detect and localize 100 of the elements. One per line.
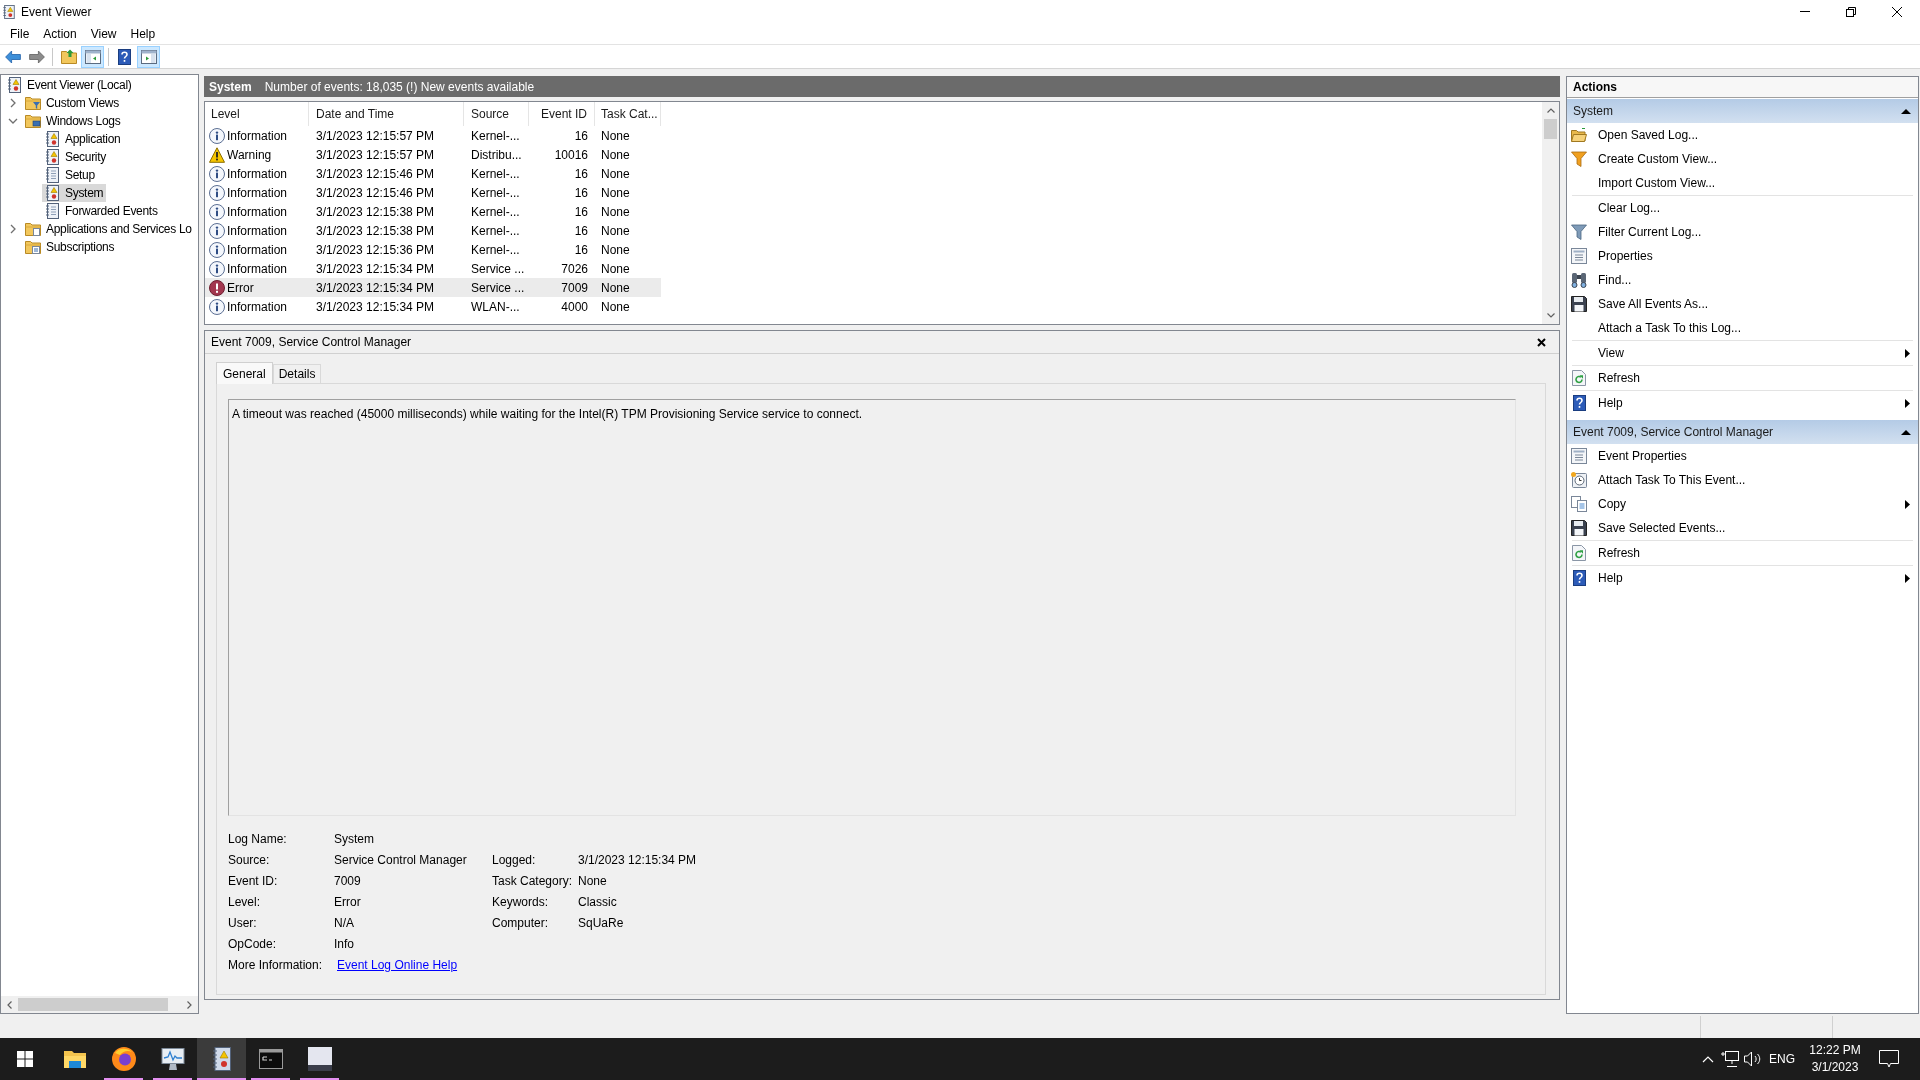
start-icon[interactable] bbox=[17, 1051, 33, 1067]
menu-item[interactable]: View bbox=[83, 23, 124, 44]
column-header[interactable]: Task Cat... bbox=[601, 105, 658, 123]
folder-icon[interactable] bbox=[62, 1049, 87, 1069]
command-item[interactable]: Save All Events As... bbox=[1567, 292, 1918, 316]
field-value: N/A bbox=[334, 915, 354, 930]
picture-icon[interactable] bbox=[307, 1047, 332, 1071]
log-name: System bbox=[209, 78, 252, 96]
tree-item[interactable]: System bbox=[42, 184, 107, 202]
message-field[interactable]: A timeout was reached (45000 milliseconds) while waiting for the Intel(R) TPM Provisioning Service service to connect. bbox=[228, 399, 1516, 816]
properties-icon bbox=[1571, 248, 1587, 264]
scroll-up-icon[interactable] bbox=[1546, 108, 1555, 113]
network-icon[interactable] bbox=[1721, 1051, 1739, 1067]
tree-item[interactable]: Event Viewer (Local) bbox=[4, 76, 135, 94]
command-item[interactable]: Help bbox=[1567, 566, 1918, 590]
clock-date[interactable]: 3/1/2023 bbox=[1811, 1060, 1859, 1075]
tab[interactable]: General bbox=[216, 362, 273, 384]
refresh-icon bbox=[1572, 370, 1586, 386]
table-cell-text: 10016 bbox=[554, 146, 588, 164]
help-link[interactable]: Event Log Online Help bbox=[337, 955, 458, 974]
field-value: SqUaRe bbox=[578, 915, 624, 930]
scroll-left-icon[interactable] bbox=[7, 1000, 12, 1009]
notebook-icon bbox=[45, 167, 59, 183]
close-icon[interactable] bbox=[1892, 6, 1902, 17]
command-item[interactable]: Refresh bbox=[1567, 366, 1918, 390]
tree-item[interactable]: Forwarded Events bbox=[42, 202, 161, 220]
scroll-down-icon[interactable] bbox=[1546, 313, 1555, 318]
collapse-icon[interactable] bbox=[1901, 429, 1911, 435]
command-item[interactable]: Save Selected Events... bbox=[1567, 516, 1918, 540]
table-cell-text: None bbox=[601, 127, 630, 145]
tree-item[interactable]: Application bbox=[42, 130, 124, 148]
menu-item[interactable]: File bbox=[3, 23, 37, 44]
scrollbar-thumb[interactable] bbox=[18, 998, 168, 1011]
chevron-up-icon[interactable] bbox=[1702, 1055, 1714, 1063]
tree-item[interactable]: Applications and Services Lo bbox=[23, 220, 195, 238]
restore-icon[interactable] bbox=[1846, 6, 1856, 17]
tab[interactable]: Details bbox=[272, 364, 322, 383]
collapsible-header[interactable]: System bbox=[1567, 99, 1918, 123]
command-item[interactable]: Find... bbox=[1567, 268, 1918, 292]
column-header[interactable]: Source bbox=[471, 105, 510, 123]
command-item[interactable]: Filter Current Log... bbox=[1567, 220, 1918, 244]
command-item[interactable]: Import Custom View... bbox=[1567, 171, 1918, 195]
vertical-scrollbar[interactable] bbox=[1542, 102, 1559, 324]
menu-item[interactable]: Help bbox=[123, 23, 163, 44]
command-item[interactable]: Properties bbox=[1567, 244, 1918, 268]
field-label: User: bbox=[228, 915, 257, 930]
speaker-icon[interactable] bbox=[1744, 1051, 1762, 1067]
command-item[interactable]: Create Custom View... bbox=[1567, 147, 1918, 171]
monitor-chart-icon[interactable] bbox=[160, 1048, 185, 1070]
clock-time[interactable]: 12:22 PM bbox=[1809, 1043, 1861, 1058]
filter-folder-icon bbox=[25, 96, 41, 110]
command-item[interactable]: Attach Task To This Event... bbox=[1567, 468, 1918, 492]
table-cell-text: Warning bbox=[227, 146, 272, 164]
scroll-right-icon[interactable] bbox=[187, 1000, 192, 1009]
menu-item[interactable]: Action bbox=[36, 23, 84, 44]
command-item[interactable]: Refresh bbox=[1567, 541, 1918, 565]
tree-item[interactable]: Subscriptions bbox=[23, 238, 118, 256]
help-icon[interactable] bbox=[118, 48, 131, 65]
command-item[interactable]: Help bbox=[1567, 391, 1918, 415]
tree-item[interactable]: Setup bbox=[42, 166, 98, 184]
notification-icon[interactable] bbox=[1879, 1050, 1899, 1068]
command-item[interactable]: Attach a Task To this Log... bbox=[1567, 316, 1918, 340]
command-item[interactable]: Event Properties bbox=[1567, 444, 1918, 468]
warning-icon bbox=[209, 146, 225, 163]
table-cell-text: None bbox=[601, 260, 630, 278]
command-item[interactable]: Open Saved Log... bbox=[1567, 123, 1918, 147]
column-header[interactable]: Date and Time bbox=[316, 105, 395, 123]
table-cell-text: Information bbox=[227, 222, 288, 240]
event-title: Event 7009, Service Control Manager bbox=[211, 334, 412, 351]
command-item[interactable]: Copy bbox=[1567, 492, 1918, 516]
table-cell-text: Kernel-... bbox=[471, 241, 520, 259]
collapsible-header[interactable]: Event 7009, Service Control Manager bbox=[1567, 420, 1918, 444]
tree-item[interactable]: Custom Views bbox=[23, 94, 122, 112]
browser-icon[interactable] bbox=[111, 1047, 136, 1071]
taskbar-button[interactable] bbox=[197, 1038, 246, 1080]
field-label: More Information: bbox=[228, 957, 323, 972]
chevron-down-icon[interactable] bbox=[8, 118, 18, 124]
chevron-right-icon[interactable] bbox=[10, 98, 16, 108]
table-cell-text: 16 bbox=[574, 184, 588, 202]
table-cell-text: 16 bbox=[574, 127, 588, 145]
collapse-icon[interactable] bbox=[1901, 108, 1911, 114]
tree-item[interactable]: Security bbox=[42, 148, 109, 166]
table-cell-text: 16 bbox=[574, 165, 588, 183]
event-row[interactable]: Error 3/1/2023 12:15:34 PM Service ... 7009 None bbox=[205, 278, 661, 297]
column-header[interactable]: Level bbox=[211, 105, 240, 123]
event-log-icon[interactable] bbox=[212, 1047, 231, 1071]
command-item[interactable]: View bbox=[1567, 341, 1918, 365]
scrollbar-thumb[interactable] bbox=[1544, 119, 1557, 139]
table-cell-text: Distribu... bbox=[471, 146, 522, 164]
column-header[interactable]: Event ID bbox=[540, 105, 587, 123]
command-item[interactable]: Clear Log... bbox=[1567, 196, 1918, 220]
chevron-right-icon[interactable] bbox=[10, 224, 16, 234]
field-label: OpCode: bbox=[228, 936, 277, 951]
tree-item[interactable]: Windows Logs bbox=[23, 112, 124, 130]
horizontal-scrollbar[interactable] bbox=[1, 996, 198, 1013]
field-label: Level: bbox=[228, 894, 261, 909]
language-indicator[interactable]: ENG bbox=[1769, 1050, 1795, 1068]
table-cell-text: Kernel-... bbox=[471, 165, 520, 183]
table-cell-text: 3/1/2023 12:15:38 PM bbox=[316, 203, 435, 221]
terminal-icon[interactable] bbox=[258, 1049, 283, 1069]
